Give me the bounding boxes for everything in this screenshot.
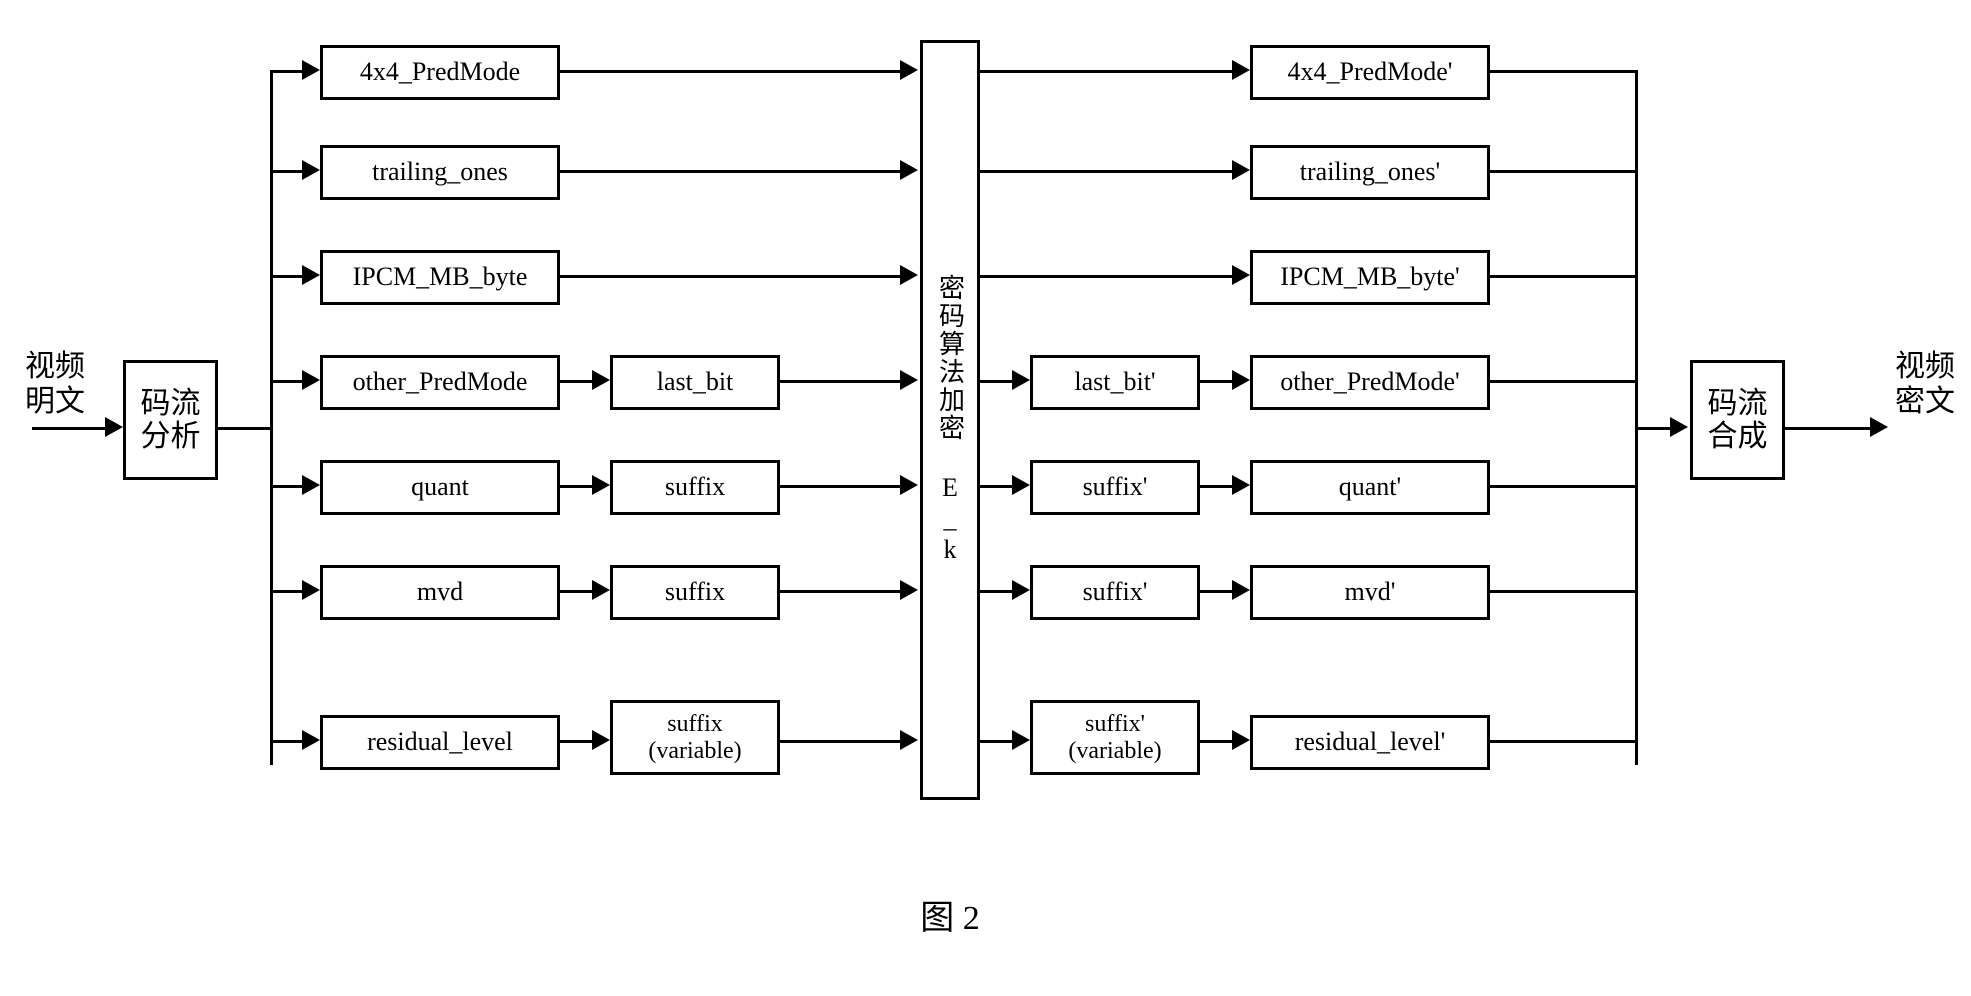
arrow	[1232, 60, 1250, 80]
arrow	[1012, 730, 1030, 750]
arrow	[1012, 475, 1030, 495]
left-main-6: residual_level	[320, 715, 560, 770]
line	[32, 427, 110, 430]
arrow	[302, 580, 320, 600]
line	[560, 275, 905, 278]
arrow	[592, 730, 610, 750]
input-label: 视频 明文	[20, 350, 90, 419]
arrow	[1670, 417, 1688, 437]
line	[1490, 70, 1638, 73]
line	[218, 427, 273, 430]
line	[560, 380, 595, 383]
arrow	[302, 730, 320, 750]
figure-caption: 图 2	[890, 890, 1010, 939]
line	[1490, 275, 1638, 278]
arrow	[1870, 417, 1888, 437]
line	[980, 740, 1015, 743]
left-main-2: IPCM_MB_byte	[320, 250, 560, 305]
arrow	[302, 370, 320, 390]
line	[980, 170, 1235, 173]
arrow	[900, 730, 918, 750]
stream-parse-box: 码流 分析	[123, 360, 218, 480]
arrow	[900, 580, 918, 600]
arrow	[900, 475, 918, 495]
left-main-5: mvd	[320, 565, 560, 620]
arrow	[302, 160, 320, 180]
arrow	[1232, 265, 1250, 285]
arrow	[900, 370, 918, 390]
arrow	[1232, 160, 1250, 180]
right-main-0: 4x4_PredMode'	[1250, 45, 1490, 100]
line	[1490, 590, 1638, 593]
line	[1200, 485, 1235, 488]
line	[1635, 427, 1675, 430]
right-sub-4: suffix'	[1030, 460, 1200, 515]
diagram-canvas: 视频 明文 码流 分析 密码算法加密 E_k 码流 合成 视频 密文 4x4_P…	[20, 20, 1971, 976]
arrow	[592, 580, 610, 600]
left-main-4: quant	[320, 460, 560, 515]
line	[980, 275, 1235, 278]
arrow	[1232, 475, 1250, 495]
left-bus	[270, 70, 273, 765]
line	[560, 170, 905, 173]
line	[980, 590, 1015, 593]
arrow	[592, 370, 610, 390]
arrow	[302, 265, 320, 285]
right-sub-6: suffix' (variable)	[1030, 700, 1200, 775]
arrow	[900, 60, 918, 80]
line	[980, 70, 1235, 73]
line	[1785, 427, 1875, 430]
right-sub-5: suffix'	[1030, 565, 1200, 620]
arrow	[900, 160, 918, 180]
line	[980, 380, 1015, 383]
right-main-6: residual_level'	[1250, 715, 1490, 770]
line	[560, 485, 595, 488]
line	[1490, 485, 1638, 488]
left-sub-5: suffix	[610, 565, 780, 620]
right-main-5: mvd'	[1250, 565, 1490, 620]
line	[780, 590, 905, 593]
line	[780, 380, 905, 383]
left-sub-3: last_bit	[610, 355, 780, 410]
left-main-0: 4x4_PredMode	[320, 45, 560, 100]
arrow	[105, 417, 123, 437]
left-main-1: trailing_ones	[320, 145, 560, 200]
arrow	[1232, 730, 1250, 750]
arrow	[1232, 580, 1250, 600]
line	[1490, 170, 1638, 173]
line	[1200, 590, 1235, 593]
line	[1200, 380, 1235, 383]
right-main-4: quant'	[1250, 460, 1490, 515]
arrow	[1012, 370, 1030, 390]
arrow	[592, 475, 610, 495]
line	[1490, 740, 1638, 743]
line	[1490, 380, 1638, 383]
left-sub-4: suffix	[610, 460, 780, 515]
stream-compose-box: 码流 合成	[1690, 360, 1785, 480]
line	[1200, 740, 1235, 743]
right-main-2: IPCM_MB_byte'	[1250, 250, 1490, 305]
line	[560, 70, 905, 73]
right-bus	[1635, 70, 1638, 765]
left-main-3: other_PredMode	[320, 355, 560, 410]
arrow	[1232, 370, 1250, 390]
arrow	[900, 265, 918, 285]
line	[560, 740, 595, 743]
right-main-1: trailing_ones'	[1250, 145, 1490, 200]
left-sub-6: suffix (variable)	[610, 700, 780, 775]
output-label: 视频 密文	[1890, 350, 1960, 419]
line	[560, 590, 595, 593]
line	[980, 485, 1015, 488]
line	[780, 485, 905, 488]
right-main-3: other_PredMode'	[1250, 355, 1490, 410]
arrow	[302, 60, 320, 80]
cipher-block: 密码算法加密 E_k	[920, 40, 980, 800]
arrow	[1012, 580, 1030, 600]
arrow	[302, 475, 320, 495]
line	[780, 740, 905, 743]
right-sub-3: last_bit'	[1030, 355, 1200, 410]
